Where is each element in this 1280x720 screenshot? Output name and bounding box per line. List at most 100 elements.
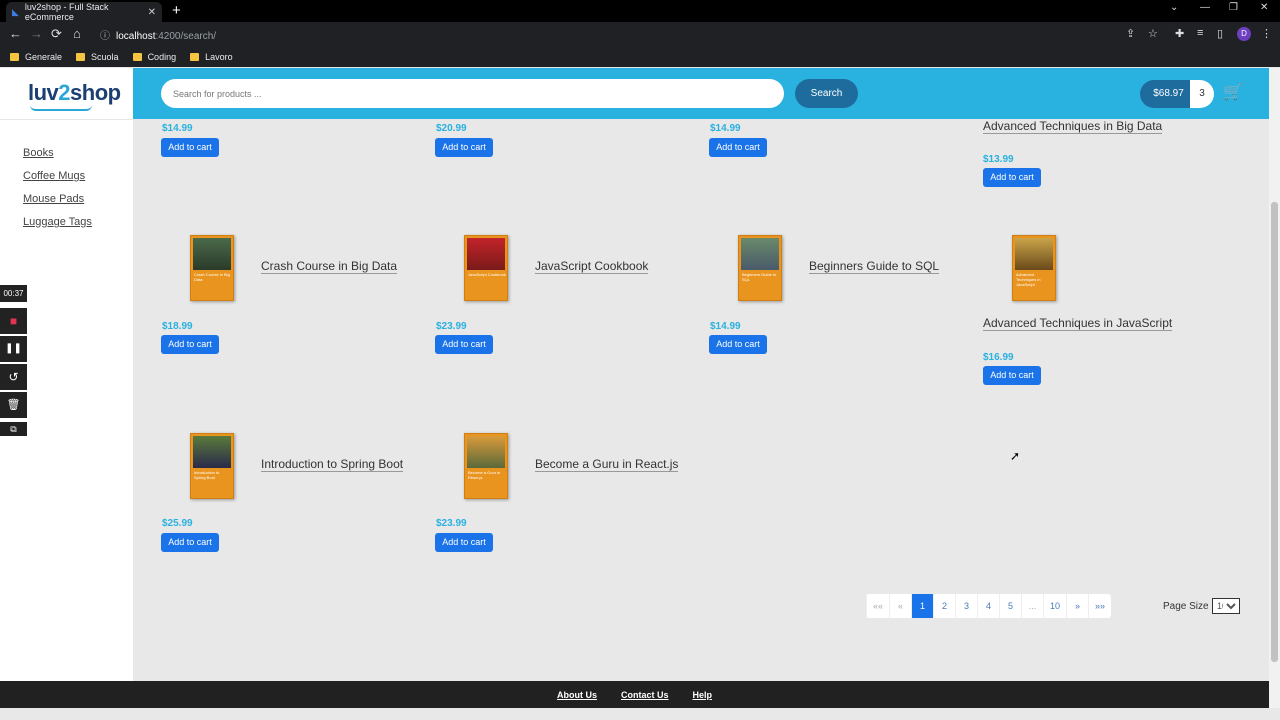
product-price: $14.99 [710,321,741,332]
page-button[interactable]: 4 [977,594,999,618]
close-tab-icon[interactable]: ✕ [148,7,156,18]
bookmark-star-icon[interactable]: ☆ [1148,27,1158,40]
pause-icon[interactable]: ❚❚ [0,336,27,362]
add-to-cart-button[interactable]: Add to cart [161,335,219,354]
scrollbar-thumb[interactable] [1271,202,1278,662]
footer-link-help[interactable]: Help [693,690,713,700]
restart-icon[interactable]: ↺ [0,364,27,390]
product-price: $23.99 [436,321,467,332]
bookmarks-bar: Generale Scuola Coding Lavoro [0,47,1280,67]
browser-tab[interactable]: ◣ luv2shop - Full Stack eCommerce ✕ [6,2,162,22]
page-button[interactable]: 3 [955,594,977,618]
delete-icon[interactable]: 🗑 [0,392,27,418]
cover-photo [193,238,231,270]
first-page-button[interactable]: «« [866,594,889,618]
share-icon[interactable]: ⇪ [1126,27,1135,40]
search-button[interactable]: Search [795,79,858,108]
cover-photo [193,436,231,468]
header: Search $68.97 3 🛒 [133,68,1269,119]
prev-page-button[interactable]: « [889,594,911,618]
sidebar-item-mouse-pads[interactable]: Mouse Pads [23,193,84,205]
pagination: «« « 1 2 3 4 5 ... 10 » »» [866,594,1112,618]
product-image[interactable]: Crash Course in Big Data [190,235,234,301]
cover-title: Advanced Techniques in JavaScript [1016,272,1041,287]
profile-avatar[interactable]: D [1237,27,1251,41]
angular-favicon-icon: ◣ [12,6,19,17]
bookmark-folder[interactable]: Scuola [76,52,119,62]
sidebar-item-books[interactable]: Books [23,147,54,159]
add-to-cart-button[interactable]: Add to cart [435,138,493,157]
expand-icon[interactable]: ⧉ [0,422,27,436]
home-icon[interactable]: ⌂ [73,26,81,41]
footer-link-contact[interactable]: Contact Us [621,690,669,700]
sidebar-item-luggage-tags[interactable]: Luggage Tags [23,216,92,228]
cover-title: Become a Guru in React.js [468,470,501,480]
add-to-cart-button[interactable]: Add to cart [983,366,1041,385]
bookmark-label: Scuola [91,52,119,62]
product-name-link[interactable]: Beginners Guide to SQL [809,259,940,274]
logo-swoosh [30,105,92,111]
bookmark-folder[interactable]: Generale [10,52,62,62]
cart-icon[interactable]: 🛒 [1223,82,1243,102]
cart-quantity: 3 [1190,80,1214,108]
product-price: $23.99 [436,518,467,529]
page-button[interactable]: 5 [999,594,1021,618]
stop-recording-icon[interactable]: ■ [0,308,27,334]
cart-total: $68.97 [1140,80,1197,108]
sidebar-item-coffee-mugs[interactable]: Coffee Mugs [23,170,85,182]
add-to-cart-button[interactable]: Add to cart [161,138,219,157]
footer-link-about[interactable]: About Us [557,690,597,700]
cover-title: Crash Course in Big Data [194,272,230,282]
product-price: $20.99 [436,123,467,134]
page-size-select[interactable]: 10 [1212,598,1240,614]
extensions-icon[interactable]: ✚ [1175,27,1184,40]
address-bar: ← → ⟳ ⌂ ⓘ localhost:4200/search/ ⇪ ☆ ✚ ≡ … [0,22,1280,47]
bookmark-folder[interactable]: Lavoro [190,52,233,62]
add-to-cart-button[interactable]: Add to cart [709,335,767,354]
next-page-button[interactable]: » [1066,594,1088,618]
product-name-link[interactable]: JavaScript Cookbook [535,259,649,274]
bookmark-folder[interactable]: Coding [132,52,176,62]
forward-icon[interactable]: → [30,26,43,41]
add-to-cart-button[interactable]: Add to cart [983,168,1041,187]
add-to-cart-button[interactable]: Add to cart [435,335,493,354]
search-input[interactable] [161,79,784,108]
product-name-link[interactable]: Become a Guru in React.js [535,457,679,472]
last-page-button[interactable]: »» [1088,594,1111,618]
product-name-link[interactable]: Introduction to Spring Boot [261,457,404,472]
product-image[interactable]: Beginners Guide to SQL [738,235,782,301]
page-button[interactable]: 10 [1043,594,1066,618]
back-icon[interactable]: ← [9,26,22,41]
product-image[interactable]: Advanced Techniques in JavaScript [1012,235,1056,301]
add-to-cart-button[interactable]: Add to cart [709,138,767,157]
product-image[interactable]: JavaScript Cookbook [464,235,508,301]
tab-search-icon[interactable]: ⌄ [1170,2,1178,13]
product-grid: $14.99 Add to cart $20.99 Add to cart $1… [133,119,1269,681]
scrollbar[interactable] [1269,68,1280,708]
product-image[interactable]: Introduction to Spring Boot [190,433,234,499]
logo-text: 2 [58,80,71,105]
restore-icon[interactable]: ❐ [1229,2,1238,13]
url-field[interactable]: ⓘ localhost:4200/search/ [100,27,216,42]
page-button[interactable]: 2 [933,594,955,618]
menu-icon[interactable]: ⋮ [1261,27,1272,40]
bookmark-label: Lavoro [205,52,233,62]
add-to-cart-button[interactable]: Add to cart [161,533,219,552]
media-icon[interactable]: ≡ [1197,27,1203,39]
add-to-cart-button[interactable]: Add to cart [435,533,493,552]
new-tab-button[interactable]: + [172,2,181,20]
cover-photo [467,238,505,270]
product-name-link[interactable]: Advanced Techniques in JavaScript [983,316,1173,331]
folder-icon [132,53,142,61]
reload-icon[interactable]: ⟳ [51,26,62,42]
page-button[interactable]: 1 [911,594,934,618]
minimize-icon[interactable]: — [1200,2,1210,13]
side-panel-icon[interactable]: ▯ [1217,27,1223,40]
product-image[interactable]: Become a Guru in React.js [464,433,508,499]
site-logo[interactable]: luv2shop [28,80,121,106]
product-name-link[interactable]: Advanced Techniques in Big Data [983,119,1163,134]
product-name-link[interactable]: Crash Course in Big Data [261,259,398,274]
site-info-icon[interactable]: ⓘ [100,31,110,42]
tab-title: luv2shop - Full Stack eCommerce [24,2,109,22]
close-window-icon[interactable]: ✕ [1260,2,1268,13]
